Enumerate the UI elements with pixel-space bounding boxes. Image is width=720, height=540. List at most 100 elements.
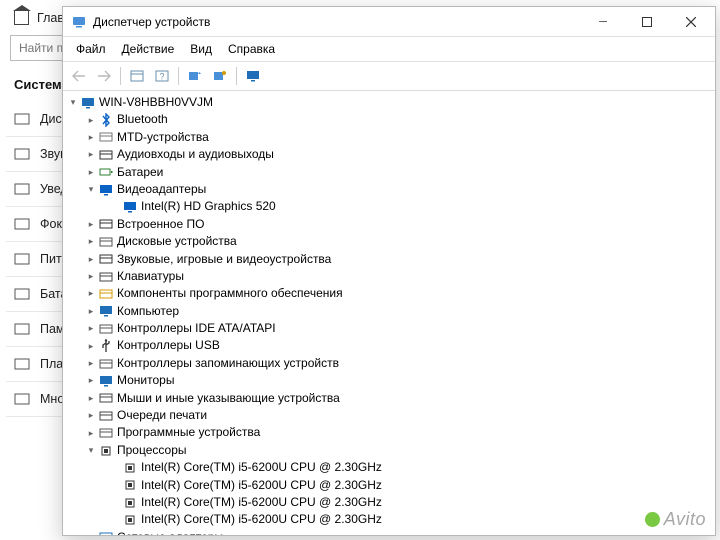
tree-category[interactable]: ▸Сетевые адаптеры — [65, 529, 713, 535]
tree-device[interactable]: Intel(R) Core(TM) i5-6200U CPU @ 2.30GHz — [65, 477, 713, 494]
tree-category[interactable]: ▸Мониторы — [65, 372, 713, 389]
menu-help[interactable]: Справка — [221, 40, 282, 58]
device-icon — [98, 269, 114, 285]
settings-nav-icon — [14, 322, 30, 336]
expand-toggle-icon[interactable]: ▸ — [85, 148, 97, 161]
menu-action[interactable]: Действие — [115, 40, 182, 58]
device-icon — [98, 303, 114, 319]
device-label: Контроллеры USB — [117, 337, 220, 354]
tree-category[interactable]: ▸Батареи — [65, 164, 713, 181]
toolbar-scan-button[interactable] — [183, 65, 207, 87]
device-label: Intel(R) HD Graphics 520 — [141, 198, 276, 215]
tree-category[interactable]: ▾Видеоадаптеры — [65, 181, 713, 198]
tree-category[interactable]: ▸Дисковые устройства — [65, 233, 713, 250]
toolbar-help-button[interactable]: ? — [150, 65, 174, 87]
device-icon — [98, 251, 114, 267]
device-icon — [98, 356, 114, 372]
device-tree[interactable]: ▾WIN-V8HBBH0VVJM▸Bluetooth▸MTD-устройств… — [63, 91, 715, 535]
expand-toggle-icon[interactable]: ▾ — [67, 96, 79, 109]
settings-nav-icon — [14, 217, 30, 231]
window-title: Диспетчер устройств — [93, 15, 581, 29]
device-label: Bluetooth — [117, 111, 168, 128]
tree-category[interactable]: ▸ Клавиатуры — [65, 268, 713, 285]
menu-file[interactable]: Файл — [69, 40, 113, 58]
expand-toggle-icon[interactable]: ▸ — [85, 305, 97, 318]
tree-category[interactable]: ▾Процессоры — [65, 442, 713, 459]
tree-device[interactable]: Intel(R) Core(TM) i5-6200U CPU @ 2.30GHz — [65, 494, 713, 511]
device-label: Контроллеры IDE ATA/ATAPI — [117, 320, 276, 337]
device-label: Компоненты программного обеспечения — [117, 285, 343, 302]
device-icon — [98, 129, 114, 145]
expand-toggle-icon[interactable]: ▸ — [85, 253, 97, 266]
expand-toggle-icon[interactable]: ▸ — [85, 357, 97, 370]
tree-category[interactable]: ▸Очереди печати — [65, 407, 713, 424]
device-icon — [98, 443, 114, 459]
expand-toggle-icon[interactable]: ▸ — [85, 235, 97, 248]
expand-toggle-icon[interactable]: ▸ — [85, 340, 97, 353]
toolbar-properties-button[interactable] — [208, 65, 232, 87]
maximize-button[interactable] — [625, 8, 669, 36]
tree-category[interactable]: ▸ Контроллеры IDE ATA/ATAPI — [65, 320, 713, 337]
device-label: MTD-устройства — [117, 129, 209, 146]
expand-toggle-icon[interactable]: ▸ — [85, 166, 97, 179]
device-icon — [98, 147, 114, 163]
tree-category[interactable]: ▸Встроенное ПО — [65, 216, 713, 233]
expand-toggle-icon[interactable]: ▸ — [85, 131, 97, 144]
expand-toggle-icon[interactable]: ▾ — [85, 183, 97, 196]
device-label: WIN-V8HBBH0VVJM — [99, 94, 213, 111]
device-icon — [98, 286, 114, 302]
watermark-dot-icon — [645, 512, 660, 527]
device-icon — [98, 408, 114, 424]
device-icon — [98, 373, 114, 389]
tree-device[interactable]: Intel(R) Core(TM) i5-6200U CPU @ 2.30GHz — [65, 459, 713, 476]
expand-toggle-icon[interactable]: ▸ — [85, 531, 97, 535]
device-icon — [98, 182, 114, 198]
tree-category[interactable]: ▸ Контроллеры USB — [65, 337, 713, 354]
tree-category[interactable]: ▸Программные устройства — [65, 424, 713, 441]
expand-toggle-icon[interactable]: ▸ — [85, 409, 97, 422]
settings-nav-icon — [14, 112, 30, 126]
watermark-text: Avito — [664, 509, 706, 529]
tree-category[interactable]: ▸Аудиовходы и аудиовыходы — [65, 146, 713, 163]
close-button[interactable] — [669, 8, 713, 36]
expand-toggle-icon[interactable]: ▸ — [85, 392, 97, 405]
tree-category[interactable]: ▸ Bluetooth — [65, 111, 713, 128]
settings-nav-icon — [14, 182, 30, 196]
expand-toggle-icon[interactable]: ▸ — [85, 322, 97, 335]
settings-nav-icon — [14, 147, 30, 161]
device-label: Intel(R) Core(TM) i5-6200U CPU @ 2.30GHz — [141, 511, 382, 528]
tree-category[interactable]: ▸ MTD-устройства — [65, 129, 713, 146]
settings-nav-icon — [14, 392, 30, 406]
expand-toggle-icon[interactable]: ▸ — [85, 114, 97, 127]
tree-device[interactable]: Intel(R) HD Graphics 520 — [65, 198, 713, 215]
tree-category[interactable]: ▸Мыши и иные указывающие устройства — [65, 390, 713, 407]
tree-category[interactable]: ▸Звуковые, игровые и видеоустройства — [65, 251, 713, 268]
expand-toggle-icon[interactable]: ▸ — [85, 287, 97, 300]
settings-nav-icon — [14, 252, 30, 266]
expand-toggle-icon[interactable]: ▸ — [85, 218, 97, 231]
device-label: Клавиатуры — [117, 268, 184, 285]
toolbar-view-button[interactable] — [125, 65, 149, 87]
tree-device[interactable]: Intel(R) Core(TM) i5-6200U CPU @ 2.30GHz — [65, 511, 713, 528]
device-icon — [80, 95, 96, 111]
tree-category[interactable]: ▸Контроллеры запоминающих устройств — [65, 355, 713, 372]
device-icon — [98, 321, 114, 337]
toolbar-forward-button[interactable] — [92, 65, 116, 87]
expand-toggle-icon[interactable]: ▸ — [85, 270, 97, 283]
expand-toggle-icon[interactable]: ▸ — [85, 427, 97, 440]
device-icon — [98, 216, 114, 232]
device-label: Компьютер — [117, 303, 179, 320]
expand-toggle-icon[interactable]: ▸ — [85, 374, 97, 387]
tree-category[interactable]: ▸ Компьютер — [65, 303, 713, 320]
minimize-button[interactable]: ─ — [581, 8, 625, 36]
tree-root[interactable]: ▾ WIN-V8HBBH0VVJM — [65, 94, 713, 111]
toolbar-separator — [236, 67, 237, 85]
tree-category[interactable]: ▸ Компоненты программного обеспечения — [65, 285, 713, 302]
toolbar-back-button[interactable] — [67, 65, 91, 87]
menu-view[interactable]: Вид — [183, 40, 219, 58]
expand-toggle-icon[interactable]: ▾ — [85, 444, 97, 457]
home-icon — [14, 10, 29, 25]
toolbar-monitor-button[interactable] — [241, 65, 265, 87]
settings-nav-icon — [14, 287, 30, 301]
settings-nav-icon — [14, 357, 30, 371]
